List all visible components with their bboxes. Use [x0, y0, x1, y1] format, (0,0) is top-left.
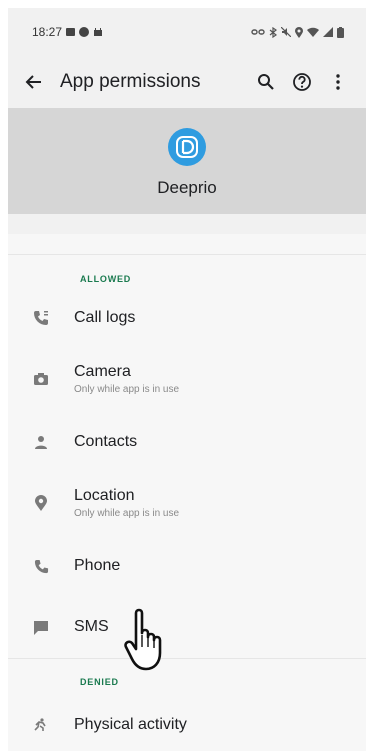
permission-item-call-logs[interactable]: Call logs [8, 291, 366, 345]
search-icon [258, 74, 274, 90]
help-button[interactable] [284, 64, 320, 100]
permissions-list: ALLOWED Call logs Camera Only while app … [8, 234, 366, 751]
toolbar: App permissions [8, 56, 366, 108]
arrow-back-icon [25, 75, 41, 89]
divider [8, 254, 366, 255]
deeprio-logo-icon [168, 128, 206, 166]
permission-item-contacts[interactable]: Contacts [8, 415, 366, 469]
permission-label: SMS [74, 618, 109, 635]
more-options-button[interactable] [320, 64, 356, 100]
person-icon [35, 436, 47, 449]
status-bar: 18:27 [8, 8, 366, 56]
section-label-allowed: ALLOWED [80, 274, 132, 284]
battery-icon [337, 26, 344, 38]
section-label-denied: DENIED [80, 677, 119, 687]
phone-icon [34, 559, 48, 573]
bluetooth-icon [269, 26, 277, 38]
back-button[interactable] [22, 70, 46, 94]
permission-label: Call logs [74, 309, 136, 326]
location-pin-icon [35, 495, 47, 511]
search-button[interactable] [248, 64, 284, 100]
help-icon [293, 73, 311, 91]
permission-label: Contacts [74, 433, 138, 450]
permission-item-location[interactable]: Location Only while app is in use [8, 476, 366, 530]
permission-item-phone[interactable]: Phone [8, 539, 366, 593]
message-icon [34, 620, 48, 635]
app-name: Deeprio [157, 178, 217, 197]
permission-label: Location [74, 487, 135, 504]
permission-label: Physical activity [74, 716, 187, 733]
phone-screen: 18:27 App permissions Deeprio ALLOWED Ca… [8, 8, 366, 751]
divider [8, 658, 366, 659]
app-notification-icon [79, 27, 90, 37]
camera-icon [34, 373, 48, 385]
pointer-hand-icon [124, 608, 162, 671]
mute-icon [281, 27, 291, 37]
activity-icon [34, 718, 46, 731]
permission-sublabel: Only while app is in use [74, 384, 180, 395]
status-time: 18:27 [32, 25, 63, 39]
wifi-icon [307, 27, 319, 37]
signal-icon [323, 27, 333, 37]
status-left: 18:27 [32, 25, 103, 39]
permission-item-sms[interactable]: SMS [8, 600, 366, 654]
location-status-icon [295, 26, 303, 38]
gallery-notification-icon [66, 28, 76, 36]
android-notification-icon [94, 28, 103, 36]
link-icon [251, 29, 265, 35]
call-log-icon [34, 311, 48, 325]
permission-sublabel: Only while app is in use [74, 508, 180, 519]
page-title: App permissions [60, 71, 201, 92]
status-right [251, 26, 344, 38]
permission-label: Camera [74, 363, 131, 380]
permission-item-physical-activity[interactable]: Physical activity [8, 698, 366, 751]
app-header: Deeprio [8, 108, 366, 214]
more-vert-icon [336, 74, 340, 90]
permission-item-camera[interactable]: Camera Only while app is in use [8, 352, 366, 406]
permission-label: Phone [74, 557, 121, 574]
